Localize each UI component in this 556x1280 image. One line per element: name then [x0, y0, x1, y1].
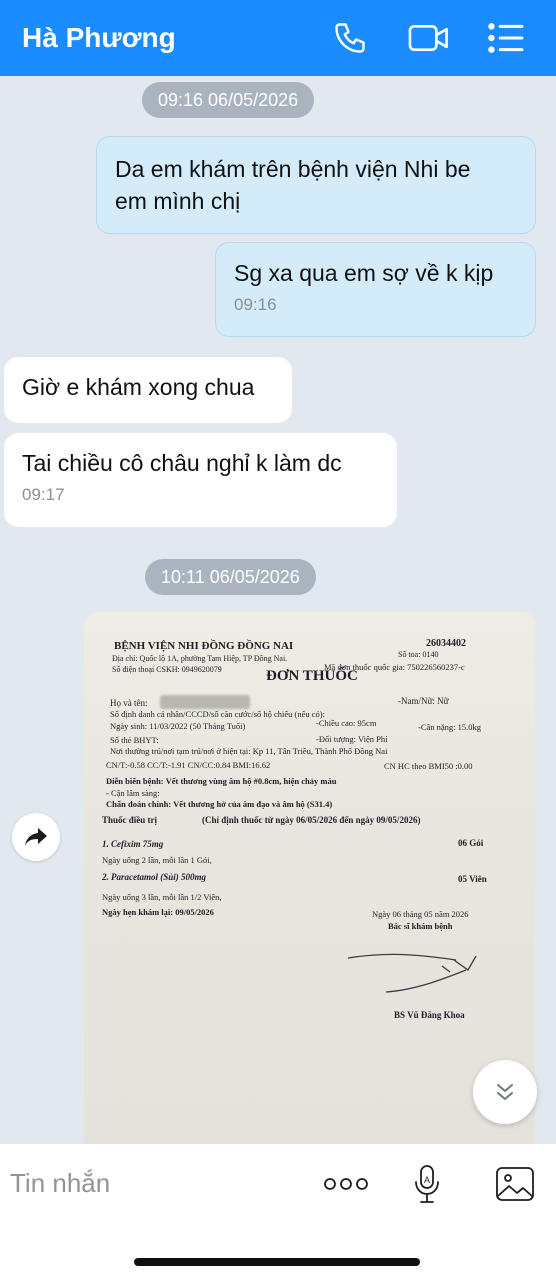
prescription-number: Số toa: 0140: [398, 650, 439, 659]
patient-name-label: Họ và tên:: [110, 698, 148, 708]
message-text: Sg xa qua em sợ về k kịp: [234, 260, 494, 286]
hospital-phone: Số điện thoại CSKH: 0949620079: [112, 665, 222, 674]
drug-2-quantity: 05 Viên: [458, 874, 487, 884]
menu-list-icon[interactable]: [486, 18, 526, 58]
forward-icon: [25, 828, 47, 846]
drug-1-name: 1. Cefixim 75mg: [102, 839, 164, 849]
patient-indices: CN/T:-0.58 CC/T:-1.91 CN/CC:0.84 BMI:16.…: [106, 760, 271, 770]
patient-id-label: Số định danh cá nhân/CCCD/số căn cước/số…: [110, 709, 325, 719]
scroll-to-bottom-button[interactable]: [473, 1060, 537, 1124]
drug-1-quantity: 06 Gói: [458, 838, 484, 848]
insurance-label: Số thẻ BHYT:: [110, 735, 159, 745]
timestamp-divider: 09:16 06/05/2026: [142, 82, 315, 118]
patient-category: -Đối tượng: Viện Phí: [316, 734, 388, 744]
patient-birthdate: Ngày sinh: 11/03/2022 (50 Tháng Tuổi): [110, 721, 246, 731]
patient-gender: -Nam/Nữ: Nữ: [398, 696, 449, 706]
phone-icon[interactable]: [330, 18, 370, 58]
message-text: Tai chiều cô châu nghỉ k làm dc: [22, 450, 342, 476]
forward-button[interactable]: [12, 813, 60, 861]
message-input[interactable]: Tin nhắn: [10, 1168, 110, 1199]
prescription-document: BỆNH VIỆN NHI ĐỒNG ĐỒNG NAI Địa chỉ: Quố…: [84, 612, 535, 1152]
message-text: em mình chị: [115, 188, 241, 214]
lab-tests-label: - Cận lâm sàng:: [106, 788, 160, 798]
signature-date: Ngày 06 tháng 05 năm 2026: [372, 909, 469, 919]
message-text: Giờ e khám xong chua: [22, 374, 255, 400]
hospital-name: BỆNH VIỆN NHI ĐỒNG ĐỒNG NAI: [114, 640, 294, 652]
video-call-icon[interactable]: [406, 18, 452, 58]
message-time: 09:16: [234, 295, 277, 314]
drug-1-usage: Ngày uống 2 lần, mỗi lần 1 Gói,: [102, 855, 212, 865]
redacted-name: [160, 695, 250, 709]
svg-text:A: A: [424, 1175, 430, 1185]
drug-2-name: 2. Paracetamol (Sủi) 500mg: [102, 872, 206, 882]
outgoing-message[interactable]: Sg xa qua em sợ về k kịp 09:16: [215, 242, 536, 337]
incoming-message[interactable]: Giờ e khám xong chua: [4, 357, 292, 423]
patient-indices-extra: CN HC theo BMI50 :0.00: [384, 761, 473, 771]
doctor-title: Bác sĩ khám bệnh: [388, 921, 453, 931]
treatment-dates: (Chỉ định thuốc từ ngày 06/05/2026 đến n…: [202, 815, 421, 825]
patient-height: -Chiều cao: 95cm: [316, 718, 377, 728]
patient-weight: -Cân nặng: 15.0kg: [418, 722, 482, 732]
more-options-icon[interactable]: [322, 1162, 370, 1206]
incoming-message[interactable]: Tai chiều cô châu nghỉ k làm dc 09:17: [4, 433, 397, 527]
contact-name[interactable]: Hà Phương: [22, 22, 176, 54]
image-icon[interactable]: [494, 1162, 536, 1206]
outgoing-message[interactable]: Da em khám trên bệnh viện Nhi be em mình…: [96, 136, 536, 234]
doctor-signature: [347, 953, 477, 993]
timestamp-divider: 10:11 06/05/2026: [145, 559, 316, 595]
main-diagnosis: Chẩn đoán chính: Vết thương hở của âm đạ…: [106, 799, 333, 809]
disease-progress: Diễn biến bệnh: Vết thương vùng âm hộ #0…: [106, 776, 337, 786]
prescription-photo[interactable]: BỆNH VIỆN NHI ĐỒNG ĐỒNG NAI Địa chỉ: Quố…: [84, 612, 535, 1152]
treatment-label: Thuốc điều trị: [102, 815, 158, 825]
chevron-double-down-icon: [497, 1084, 513, 1100]
message-text: Da em khám trên bệnh viện Nhi be: [115, 156, 471, 182]
hospital-address: Địa chỉ: Quốc lộ 1A, phường Tam Hiệp, TP…: [112, 654, 288, 663]
chat-header: Hà Phương: [0, 0, 556, 76]
patient-address: Nơi thường trú/nơi tạm trú/nơi ở hiện tạ…: [110, 746, 388, 756]
document-title: ĐƠN THUỐC: [266, 668, 358, 684]
document-code: 26034402: [426, 638, 466, 649]
voice-text-icon[interactable]: A: [410, 1162, 444, 1206]
doctor-name: BS Vũ Đăng Khoa: [394, 1010, 465, 1020]
message-time: 09:17: [22, 485, 65, 504]
follow-up-date: Ngày hẹn khám lại: 09/05/2026: [102, 907, 214, 917]
home-indicator: [134, 1258, 420, 1266]
drug-2-usage: Ngày uống 3 lần, mỗi lần 1/2 Viên,: [102, 892, 222, 902]
